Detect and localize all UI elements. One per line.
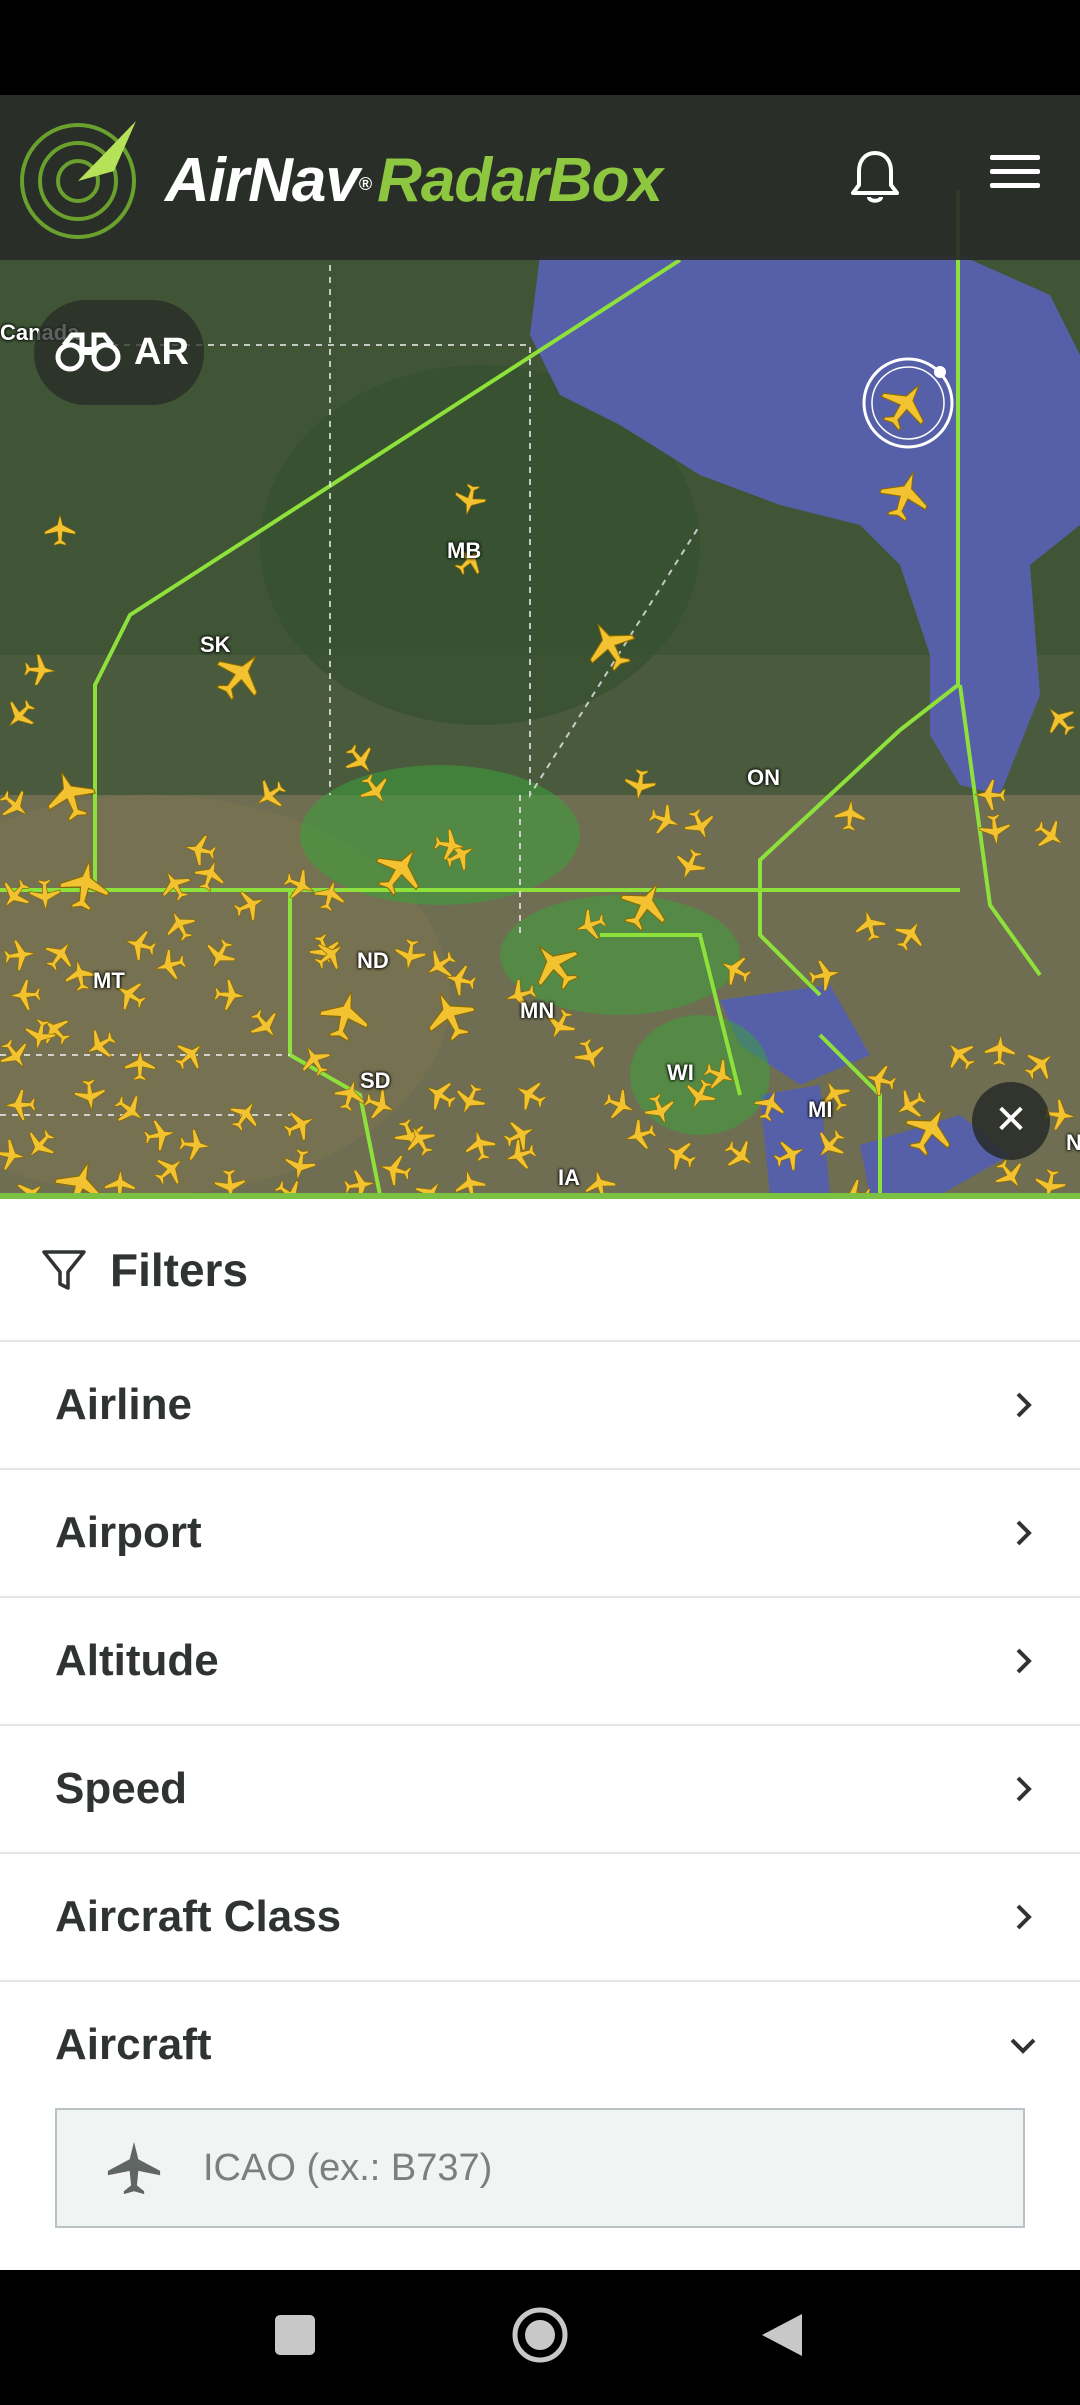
logo-word-airnav: AirNav bbox=[165, 146, 360, 215]
map-label-mt: MT bbox=[93, 968, 125, 993]
map-label-wi: WI bbox=[667, 1060, 694, 1085]
icao-input[interactable] bbox=[201, 2145, 905, 2191]
filter-label: Aircraft Class bbox=[55, 1892, 342, 1941]
filters-header: Filters bbox=[0, 1199, 1080, 1342]
logo-word-radarbox: RadarBox bbox=[377, 146, 663, 215]
filter-label: Airport bbox=[55, 1508, 202, 1557]
filter-row-aircraft-class[interactable]: Aircraft Class bbox=[0, 1854, 1080, 1982]
filter-row-airline[interactable]: Airline bbox=[0, 1342, 1080, 1470]
map-label-sd: SD bbox=[360, 1068, 391, 1093]
chevron-right-icon bbox=[1016, 1648, 1032, 1674]
radar-logo-icon bbox=[20, 121, 136, 239]
chevron-right-icon bbox=[1016, 1520, 1032, 1546]
ar-label: AR bbox=[134, 331, 189, 373]
square-icon[interactable] bbox=[275, 2315, 315, 2355]
app-header: AirNav®RadarBox bbox=[0, 95, 1080, 260]
close-map-button[interactable]: ✕ bbox=[972, 1082, 1050, 1160]
map-label-sk: SK bbox=[200, 632, 231, 657]
chevron-right-icon bbox=[1016, 1392, 1032, 1418]
filter-icon bbox=[42, 1249, 86, 1290]
flight-map[interactable] bbox=[0, 95, 1080, 1195]
hamburger-menu-icon[interactable] bbox=[990, 155, 1040, 195]
map-label-mb: MB bbox=[447, 538, 482, 563]
filter-label: Airline bbox=[55, 1380, 192, 1429]
filter-label: Altitude bbox=[55, 1636, 219, 1685]
airplane-icon bbox=[107, 2141, 161, 2195]
status-bar bbox=[0, 0, 1080, 95]
map-label-nd: ND bbox=[357, 948, 389, 973]
filter-row-aircraft[interactable]: Aircraft bbox=[0, 1982, 1080, 2108]
ar-button[interactable]: AR bbox=[34, 300, 204, 405]
bell-icon bbox=[851, 151, 899, 203]
filter-label: Speed bbox=[55, 1764, 188, 1813]
map-label-ny: N bbox=[1066, 1130, 1080, 1155]
map-label-ia: IA bbox=[558, 1165, 580, 1190]
filter-row-airport[interactable]: Airport bbox=[0, 1470, 1080, 1598]
triangle-back-icon[interactable] bbox=[762, 2314, 802, 2356]
circle-icon[interactable] bbox=[512, 2307, 568, 2363]
notifications-button[interactable] bbox=[845, 147, 905, 207]
chevron-right-icon bbox=[1016, 1904, 1032, 1930]
icao-field[interactable] bbox=[55, 2108, 1025, 2228]
map-label-on: ON bbox=[747, 765, 780, 790]
filters-title: Filters bbox=[110, 1243, 249, 1296]
filter-row-altitude[interactable]: Altitude bbox=[0, 1598, 1080, 1726]
filter-label: Aircraft bbox=[55, 2020, 212, 2069]
map-divider bbox=[0, 1193, 1080, 1199]
map-label-mn: MN bbox=[520, 998, 555, 1023]
system-nav-bar bbox=[0, 2270, 1080, 2400]
chevron-right-icon bbox=[1016, 1776, 1032, 1802]
logo-registered-mark: ® bbox=[358, 174, 372, 195]
map-label-mi: MI bbox=[808, 1097, 833, 1122]
binoculars-icon bbox=[55, 332, 121, 371]
chevron-down-icon bbox=[1010, 2038, 1036, 2054]
filter-row-speed[interactable]: Speed bbox=[0, 1726, 1080, 1854]
filters-panel: Filters Airline Airport Altitude Speed A… bbox=[0, 1199, 1080, 2270]
app-logo[interactable]: AirNav®RadarBox bbox=[165, 145, 663, 216]
